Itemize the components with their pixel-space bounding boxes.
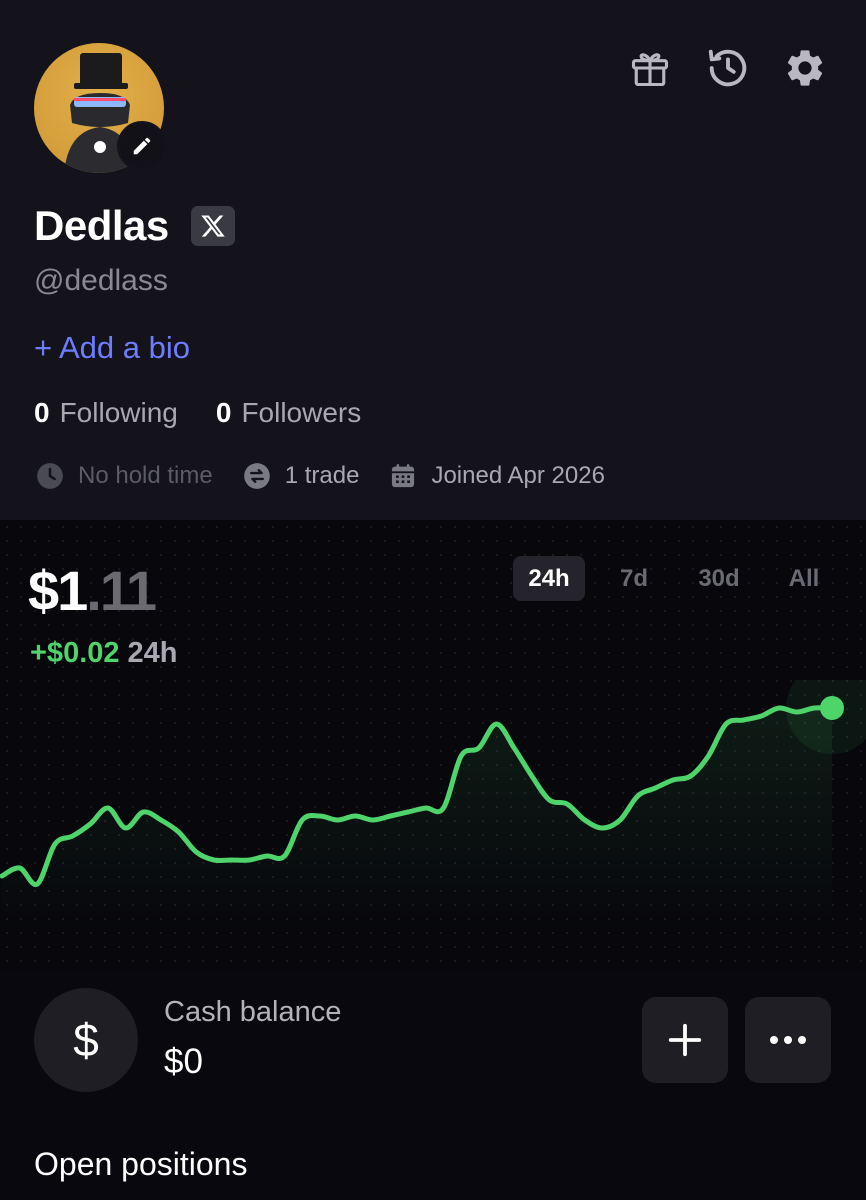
range-tab-7d[interactable]: 7d	[598, 556, 670, 601]
rewards-button[interactable]	[627, 45, 673, 91]
follow-stats: 0 Following 0 Followers	[34, 397, 361, 429]
x-logo-icon	[201, 215, 225, 237]
profile-name: Dedlas	[34, 202, 169, 249]
following-count: 0	[34, 397, 50, 428]
profile-meta: No hold time 1 trade Joined Apr 2026	[36, 462, 635, 490]
following-stat[interactable]: 0 Following	[34, 397, 178, 429]
cash-balance-label: Cash balance	[164, 996, 342, 1028]
followers-stat[interactable]: 0 Followers	[216, 397, 361, 429]
portfolio-line-chart[interactable]	[0, 680, 866, 940]
more-options-button[interactable]	[745, 997, 831, 1083]
swap-icon	[243, 463, 270, 489]
history-icon	[708, 49, 747, 87]
plus-icon	[668, 1023, 702, 1057]
x-account-link[interactable]	[191, 206, 235, 246]
gift-icon	[631, 53, 669, 87]
time-range-selector: 24h 7d 30d All	[513, 556, 853, 601]
portfolio-balance: $1.11	[28, 558, 157, 623]
edit-avatar-button[interactable]	[117, 121, 167, 171]
chart-current-point	[820, 696, 844, 720]
portfolio-change: +$0.02 24h	[30, 637, 178, 670]
history-button[interactable]	[705, 45, 751, 91]
change-period: 24h	[127, 637, 178, 669]
settings-icon	[787, 50, 823, 86]
clock-icon	[37, 463, 63, 489]
profile-header: Dedlas @dedlass + Add a bio 0 Following 0…	[0, 0, 866, 520]
cash-balance-value: $0	[164, 1042, 203, 1081]
hold-time-text: No hold time	[78, 462, 213, 489]
balance-cents: .11	[86, 559, 157, 622]
add-funds-button[interactable]	[642, 997, 728, 1083]
add-bio-link[interactable]: + Add a bio	[34, 330, 190, 366]
balance-main: $1	[28, 559, 88, 622]
range-tab-30d[interactable]: 30d	[683, 556, 755, 601]
more-icon	[770, 1036, 806, 1044]
joined-meta: Joined Apr 2026	[389, 462, 605, 490]
open-positions-title: Open positions	[34, 1146, 248, 1182]
trades-text: 1 trade	[284, 462, 360, 489]
range-tab-24h[interactable]: 24h	[513, 556, 585, 601]
trades-meta: 1 trade	[243, 462, 360, 490]
chart-area-fill	[2, 707, 832, 930]
cash-symbol: $	[73, 1014, 99, 1066]
profile-handle: @dedlass	[34, 264, 168, 297]
range-tab-all[interactable]: All	[768, 556, 840, 601]
joined-text: Joined Apr 2026	[431, 462, 605, 489]
following-label: Following	[59, 397, 178, 428]
followers-label: Followers	[241, 397, 362, 428]
dollar-icon: $	[34, 988, 138, 1092]
pencil-icon	[133, 137, 151, 155]
hold-time-meta: No hold time	[36, 462, 213, 490]
change-value: +$0.02	[30, 637, 120, 669]
calendar-icon	[392, 464, 415, 488]
settings-button[interactable]	[782, 45, 828, 91]
followers-count: 0	[215, 397, 232, 428]
